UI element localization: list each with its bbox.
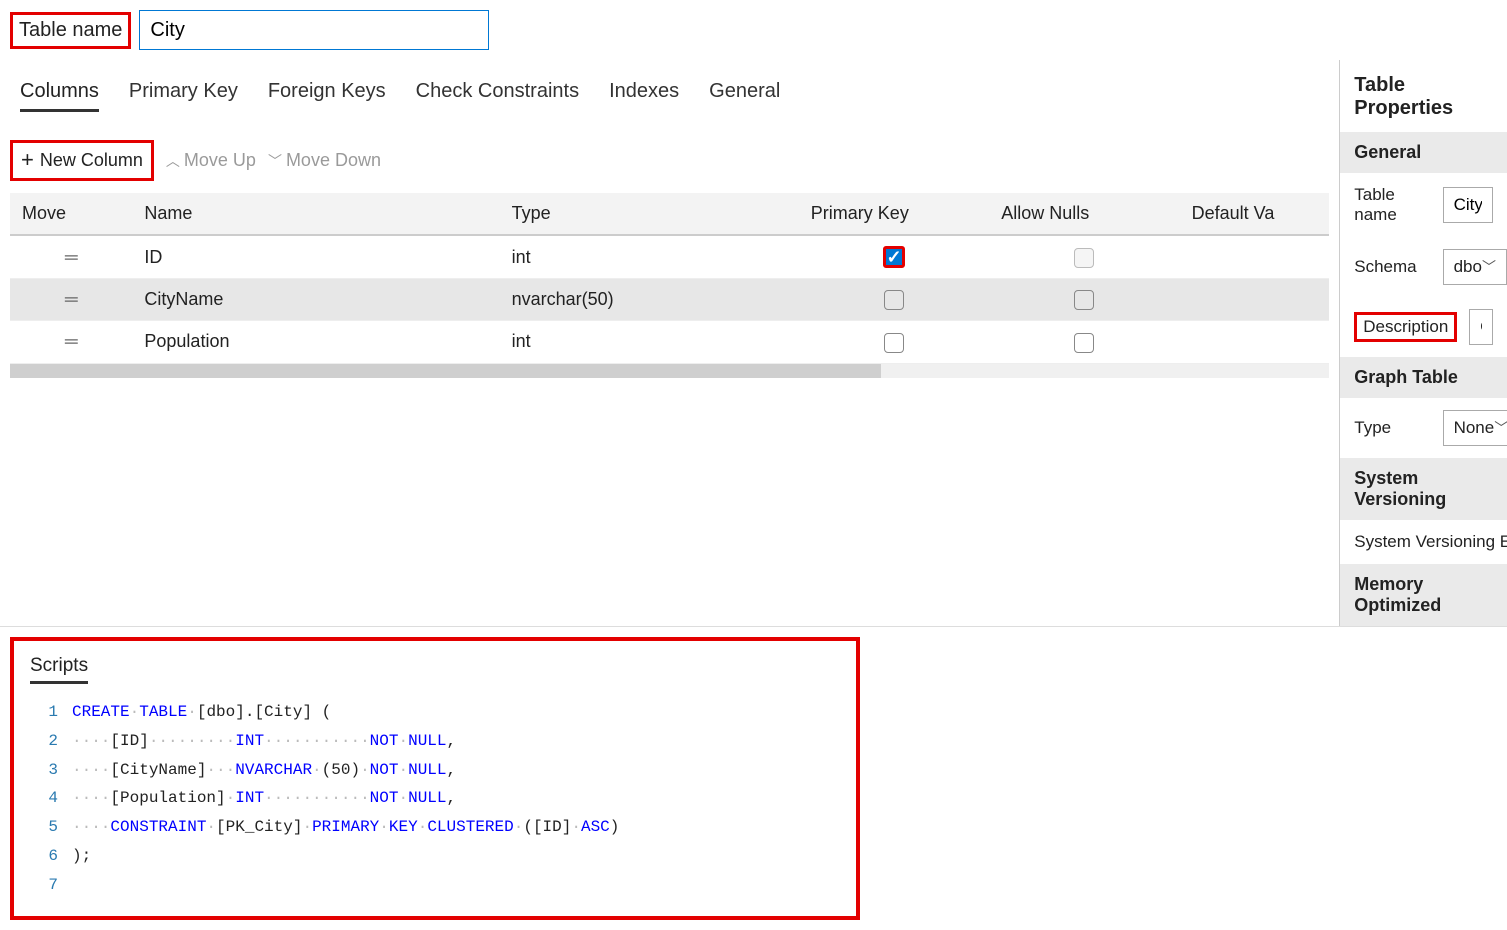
scripts-panel: Scripts 1CREATE·TABLE·[dbo].[City] ( 2··… (10, 637, 860, 920)
nulls-checkbox[interactable] (1074, 333, 1094, 353)
move-down-button[interactable]: ﹀ Move Down (268, 150, 381, 171)
col-header-move[interactable]: Move (10, 193, 132, 235)
cell-name[interactable]: Population (132, 321, 499, 363)
prop-description-input[interactable] (1469, 309, 1493, 345)
section-memory-optimized: Memory Optimized (1340, 564, 1507, 626)
prop-schema-select[interactable]: dbo ﹀ (1443, 249, 1507, 285)
tab-check-constraints[interactable]: Check Constraints (416, 76, 579, 112)
cell-type[interactable]: int (500, 321, 799, 363)
tab-foreign-keys[interactable]: Foreign Keys (268, 76, 386, 112)
cell-name[interactable]: CityName (132, 279, 499, 321)
prop-schema-label: Schema (1354, 257, 1430, 277)
section-graph-table: Graph Table (1340, 357, 1507, 398)
tab-primary-key[interactable]: Primary Key (129, 76, 238, 112)
cell-type[interactable]: nvarchar(50) (500, 279, 799, 321)
script-body[interactable]: 1CREATE·TABLE·[dbo].[City] ( 2····[ID]··… (30, 698, 840, 900)
chevron-up-icon: ︿ (166, 151, 180, 171)
plus-icon (21, 149, 34, 172)
pk-checkbox[interactable] (884, 333, 904, 353)
prop-graph-type-value: None (1454, 418, 1495, 438)
move-up-label: Move Up (184, 150, 256, 171)
new-column-button[interactable]: New Column (10, 140, 154, 181)
tab-indexes[interactable]: Indexes (609, 76, 679, 112)
move-down-label: Move Down (286, 150, 381, 171)
prop-table-name-label: Table name (1354, 185, 1430, 225)
col-header-nulls[interactable]: Allow Nulls (989, 193, 1179, 235)
nulls-checkbox[interactable] (1074, 290, 1094, 310)
col-header-default[interactable]: Default Va (1180, 193, 1330, 235)
cell-default[interactable] (1180, 279, 1330, 321)
grid-horizontal-scrollbar[interactable] (10, 364, 1329, 378)
nulls-checkbox (1074, 248, 1094, 268)
tabs: Columns Primary Key Foreign Keys Check C… (10, 76, 1329, 112)
drag-handle-icon[interactable]: ═ (10, 235, 132, 279)
columns-grid: Move Name Type Primary Key Allow Nulls D… (10, 193, 1329, 364)
scripts-title: Scripts (30, 655, 88, 684)
chevron-down-icon: ﹀ (268, 151, 282, 171)
cell-name[interactable]: ID (132, 235, 499, 279)
chevron-down-icon: ﹀ (1494, 418, 1507, 438)
section-general: General (1340, 132, 1507, 173)
col-header-type[interactable]: Type (500, 193, 799, 235)
table-row[interactable]: ═ ID int ✓ (10, 235, 1329, 279)
prop-graph-type-label: Type (1354, 418, 1430, 438)
prop-description-label: Description (1354, 312, 1457, 342)
section-system-versioning: System Versioning (1340, 458, 1507, 520)
table-row[interactable]: ═ Population int (10, 321, 1329, 363)
col-header-name[interactable]: Name (132, 193, 499, 235)
prop-graph-type-select[interactable]: None ﹀ (1443, 410, 1507, 446)
cell-default[interactable] (1180, 321, 1330, 363)
move-up-button[interactable]: ︿ Move Up (166, 150, 256, 171)
cell-default[interactable] (1180, 235, 1330, 279)
properties-panel: Table Properties General Table name Sche… (1339, 60, 1507, 626)
prop-table-name-input[interactable] (1443, 187, 1493, 223)
new-column-label: New Column (40, 150, 143, 171)
properties-title: Table Properties (1354, 74, 1507, 120)
table-row[interactable]: ═ CityName nvarchar(50) (10, 279, 1329, 321)
chevron-down-icon: ﹀ (1482, 257, 1496, 277)
prop-versioning-label: System Versioning Enabled (1354, 532, 1507, 552)
pk-checkbox[interactable] (884, 290, 904, 310)
col-header-pk[interactable]: Primary Key (799, 193, 989, 235)
tab-general[interactable]: General (709, 76, 780, 112)
table-name-label: Table name (10, 12, 131, 49)
prop-schema-value: dbo (1454, 257, 1482, 277)
tab-columns[interactable]: Columns (20, 76, 99, 112)
drag-handle-icon[interactable]: ═ (10, 321, 132, 363)
pk-checkbox[interactable]: ✓ (883, 246, 905, 268)
drag-handle-icon[interactable]: ═ (10, 279, 132, 321)
table-name-input[interactable] (139, 10, 489, 50)
cell-type[interactable]: int (500, 235, 799, 279)
